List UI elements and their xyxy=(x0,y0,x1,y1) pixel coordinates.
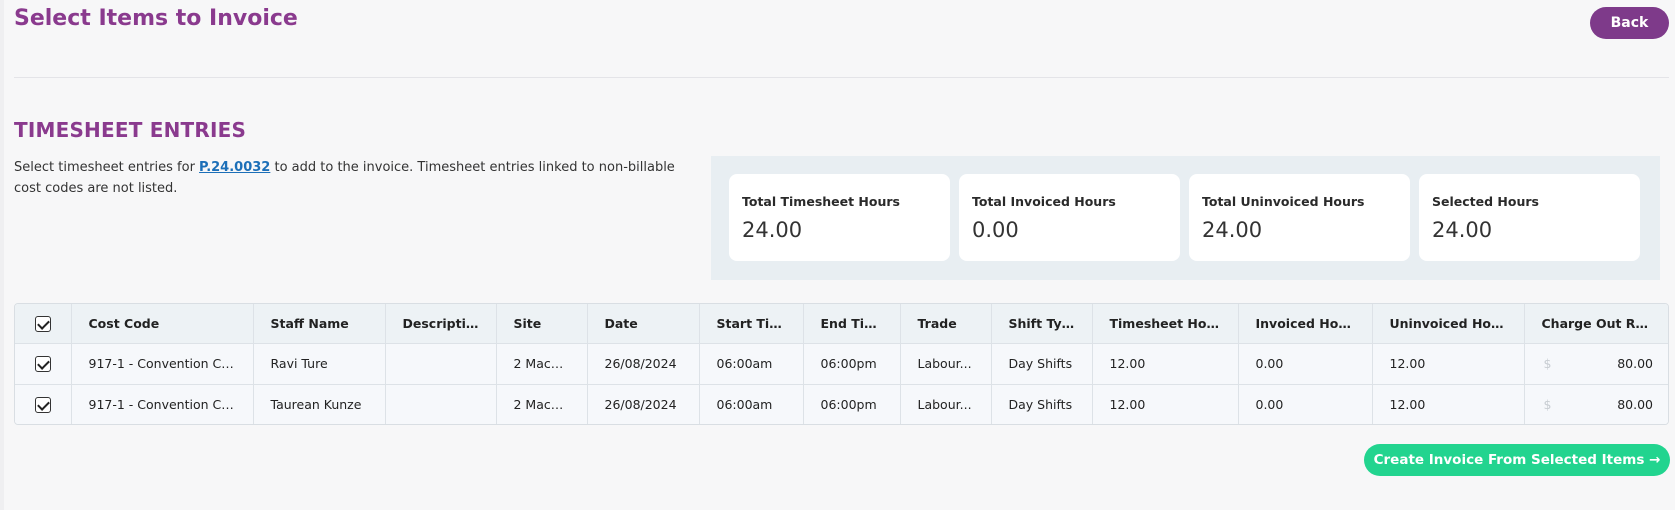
section-title: TIMESHEET ENTRIES xyxy=(14,118,247,142)
back-button[interactable]: Back xyxy=(1590,7,1669,39)
cell-date: 26/08/2024 xyxy=(587,343,700,384)
cell-staff-name: Ravi Ture xyxy=(253,343,386,384)
stat-card-total-timesheet-hours: Total Timesheet Hours 24.00 xyxy=(729,174,950,261)
cell-site: 2 Mack... xyxy=(496,343,588,384)
row-checkbox[interactable] xyxy=(34,397,51,413)
cell-date: 26/08/2024 xyxy=(587,384,700,424)
stat-card-selected-hours: Selected Hours 24.00 xyxy=(1419,174,1640,261)
column-header-charge-out-rate[interactable]: Charge Out Rate xyxy=(1524,304,1668,343)
cell-start-time: 06:00am xyxy=(699,343,804,384)
page-title: Select Items to Invoice xyxy=(14,6,298,31)
stat-value: 0.00 xyxy=(972,218,1019,242)
stat-label: Selected Hours xyxy=(1432,194,1539,209)
cell-invoiced-hours: 0.00 xyxy=(1238,343,1373,384)
row-select-cell xyxy=(15,384,72,424)
cell-site: 2 Mack... xyxy=(496,384,588,424)
column-header-start-time[interactable]: Start Time xyxy=(699,304,804,343)
stats-panel: Total Timesheet Hours 24.00 Total Invoic… xyxy=(711,156,1660,280)
row-checkbox[interactable] xyxy=(34,355,51,372)
select-all-checkbox[interactable] xyxy=(34,315,51,332)
cell-description xyxy=(385,384,497,424)
cell-shift-type: Day Shifts xyxy=(991,384,1093,424)
cell-description xyxy=(385,343,497,384)
column-header-cost-code[interactable]: Cost Code xyxy=(71,304,254,343)
cell-end-time: 06:00pm xyxy=(803,384,901,424)
currency-symbol: $ xyxy=(1543,355,1552,371)
table-header-row: Cost Code Staff Name Description Site Da… xyxy=(15,304,1668,343)
timesheet-table: Cost Code Staff Name Description Site Da… xyxy=(14,303,1669,425)
cell-uninvoiced-hours: 12.00 xyxy=(1372,343,1525,384)
select-all-cell xyxy=(15,304,72,343)
stat-card-total-invoiced-hours: Total Invoiced Hours 0.00 xyxy=(959,174,1180,261)
cell-charge-out-rate[interactable]: $ 80.00 xyxy=(1524,384,1668,424)
charge-out-rate-value: 80.00 xyxy=(1617,397,1653,413)
column-header-timesheet-hours[interactable]: Timesheet Hours xyxy=(1092,304,1239,343)
column-header-trade[interactable]: Trade xyxy=(900,304,992,343)
cell-uninvoiced-hours: 12.00 xyxy=(1372,384,1525,424)
cell-shift-type: Day Shifts xyxy=(991,343,1093,384)
column-header-end-time[interactable]: End Time xyxy=(803,304,901,343)
section-intro: Select timesheet entries for P.24.0032 t… xyxy=(14,157,694,199)
stat-label: Total Uninvoiced Hours xyxy=(1202,194,1365,209)
row-select-cell xyxy=(15,343,72,384)
column-header-staff-name[interactable]: Staff Name xyxy=(253,304,386,343)
cell-trade: Labour... xyxy=(900,343,992,384)
stat-value: 24.00 xyxy=(1432,218,1493,242)
stat-value: 24.00 xyxy=(742,218,803,242)
cell-charge-out-rate[interactable]: $ 80.00 xyxy=(1524,343,1668,384)
stat-label: Total Timesheet Hours xyxy=(742,194,900,209)
stat-label: Total Invoiced Hours xyxy=(972,194,1116,209)
cell-cost-code: 917-1 - Convention Ce... xyxy=(71,384,254,424)
column-header-shift-type[interactable]: Shift Type xyxy=(991,304,1093,343)
left-edge-strip xyxy=(0,0,4,510)
table-row: 917-1 - Convention Ce... Ravi Ture 2 Mac… xyxy=(15,343,1668,384)
column-header-date[interactable]: Date xyxy=(587,304,700,343)
cell-staff-name: Taurean Kunze xyxy=(253,384,386,424)
timesheet-grid: Cost Code Staff Name Description Site Da… xyxy=(15,304,1668,424)
charge-out-rate-value: 80.00 xyxy=(1617,356,1653,371)
cell-timesheet-hours: 12.00 xyxy=(1092,343,1239,384)
column-header-site[interactable]: Site xyxy=(496,304,588,343)
column-header-invoiced-hours[interactable]: Invoiced Hours xyxy=(1238,304,1373,343)
intro-text-before: Select timesheet entries for xyxy=(14,160,200,175)
cell-cost-code: 917-1 - Convention Ce... xyxy=(71,343,254,384)
create-invoice-button[interactable]: Create Invoice From Selected Items → xyxy=(1364,444,1670,476)
column-header-uninvoiced-hours[interactable]: Uninvoiced Hours xyxy=(1372,304,1525,343)
table-row: 917-1 - Convention Ce... Taurean Kunze 2… xyxy=(15,384,1668,424)
stat-value: 24.00 xyxy=(1202,218,1263,242)
project-link[interactable]: P.24.0032 xyxy=(199,160,270,175)
cell-invoiced-hours: 0.00 xyxy=(1238,384,1373,424)
stat-card-total-uninvoiced-hours: Total Uninvoiced Hours 24.00 xyxy=(1189,174,1410,261)
cell-trade: Labour... xyxy=(900,384,992,424)
column-header-description[interactable]: Description xyxy=(385,304,497,343)
cell-timesheet-hours: 12.00 xyxy=(1092,384,1239,424)
cell-start-time: 06:00am xyxy=(699,384,804,424)
header-divider xyxy=(14,77,1669,78)
currency-symbol: $ xyxy=(1543,396,1552,412)
cell-end-time: 06:00pm xyxy=(803,343,901,384)
